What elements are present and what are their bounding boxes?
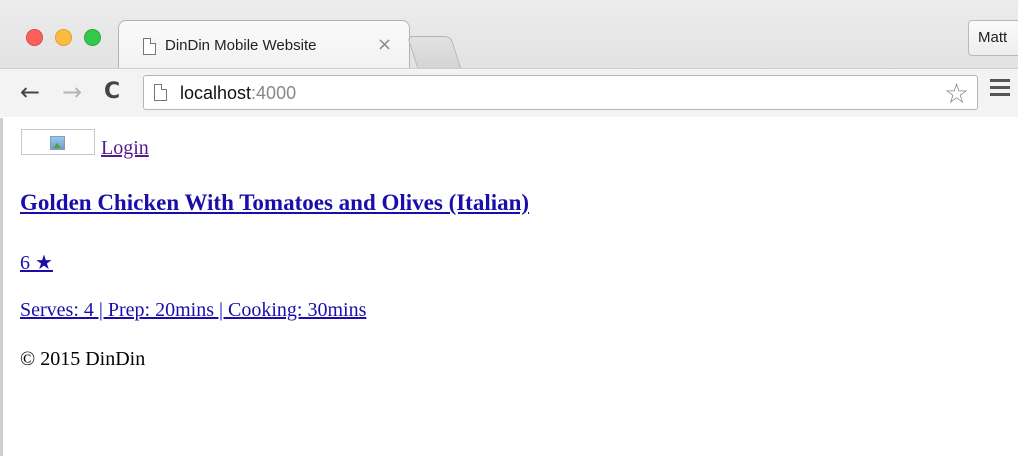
tab-title: DinDin Mobile Website	[165, 37, 317, 54]
tab-strip: DinDin Mobile Website × Matt	[0, 0, 1018, 70]
close-window-button[interactable]	[26, 29, 43, 46]
page-icon	[143, 38, 156, 55]
zoom-window-button[interactable]	[84, 29, 101, 46]
recipe-rating-link[interactable]: 6 ★	[20, 250, 53, 275]
footer-copyright: © 2015 DinDin	[20, 348, 146, 370]
address-bar[interactable]: localhost:4000 ☆	[143, 75, 978, 110]
recipe-meta-link[interactable]: Serves: 4 | Prep: 20mins | Cooking: 30mi…	[20, 299, 366, 322]
browser-chrome: DinDin Mobile Website × Matt ← → C local…	[0, 0, 1018, 117]
broken-image-icon	[50, 136, 65, 150]
profile-button[interactable]: Matt	[968, 20, 1018, 56]
close-tab-icon[interactable]: ×	[377, 34, 392, 55]
url-host: localhost	[180, 83, 252, 103]
bookmark-star-icon[interactable]: ☆	[944, 77, 969, 110]
page-content: Login Golden Chicken With Tomatoes and O…	[0, 118, 1018, 456]
url-text[interactable]: localhost:4000	[180, 83, 296, 104]
back-arrow-icon[interactable]: ←	[20, 77, 40, 107]
browser-tab[interactable]: DinDin Mobile Website ×	[118, 20, 410, 70]
new-tab-button[interactable]	[406, 36, 462, 68]
hamburger-menu-icon[interactable]	[990, 79, 1010, 97]
page-icon	[154, 84, 167, 101]
reload-icon[interactable]: C	[104, 77, 120, 107]
recipe-title-link[interactable]: Golden Chicken With Tomatoes and Olives …	[20, 190, 529, 216]
logo-image[interactable]	[21, 129, 95, 155]
login-link[interactable]: Login	[101, 137, 149, 160]
browser-toolbar: ← → C localhost:4000 ☆	[0, 68, 1018, 117]
url-port: :4000	[251, 83, 297, 103]
forward-arrow-icon[interactable]: →	[62, 77, 82, 107]
minimize-window-button[interactable]	[55, 29, 72, 46]
